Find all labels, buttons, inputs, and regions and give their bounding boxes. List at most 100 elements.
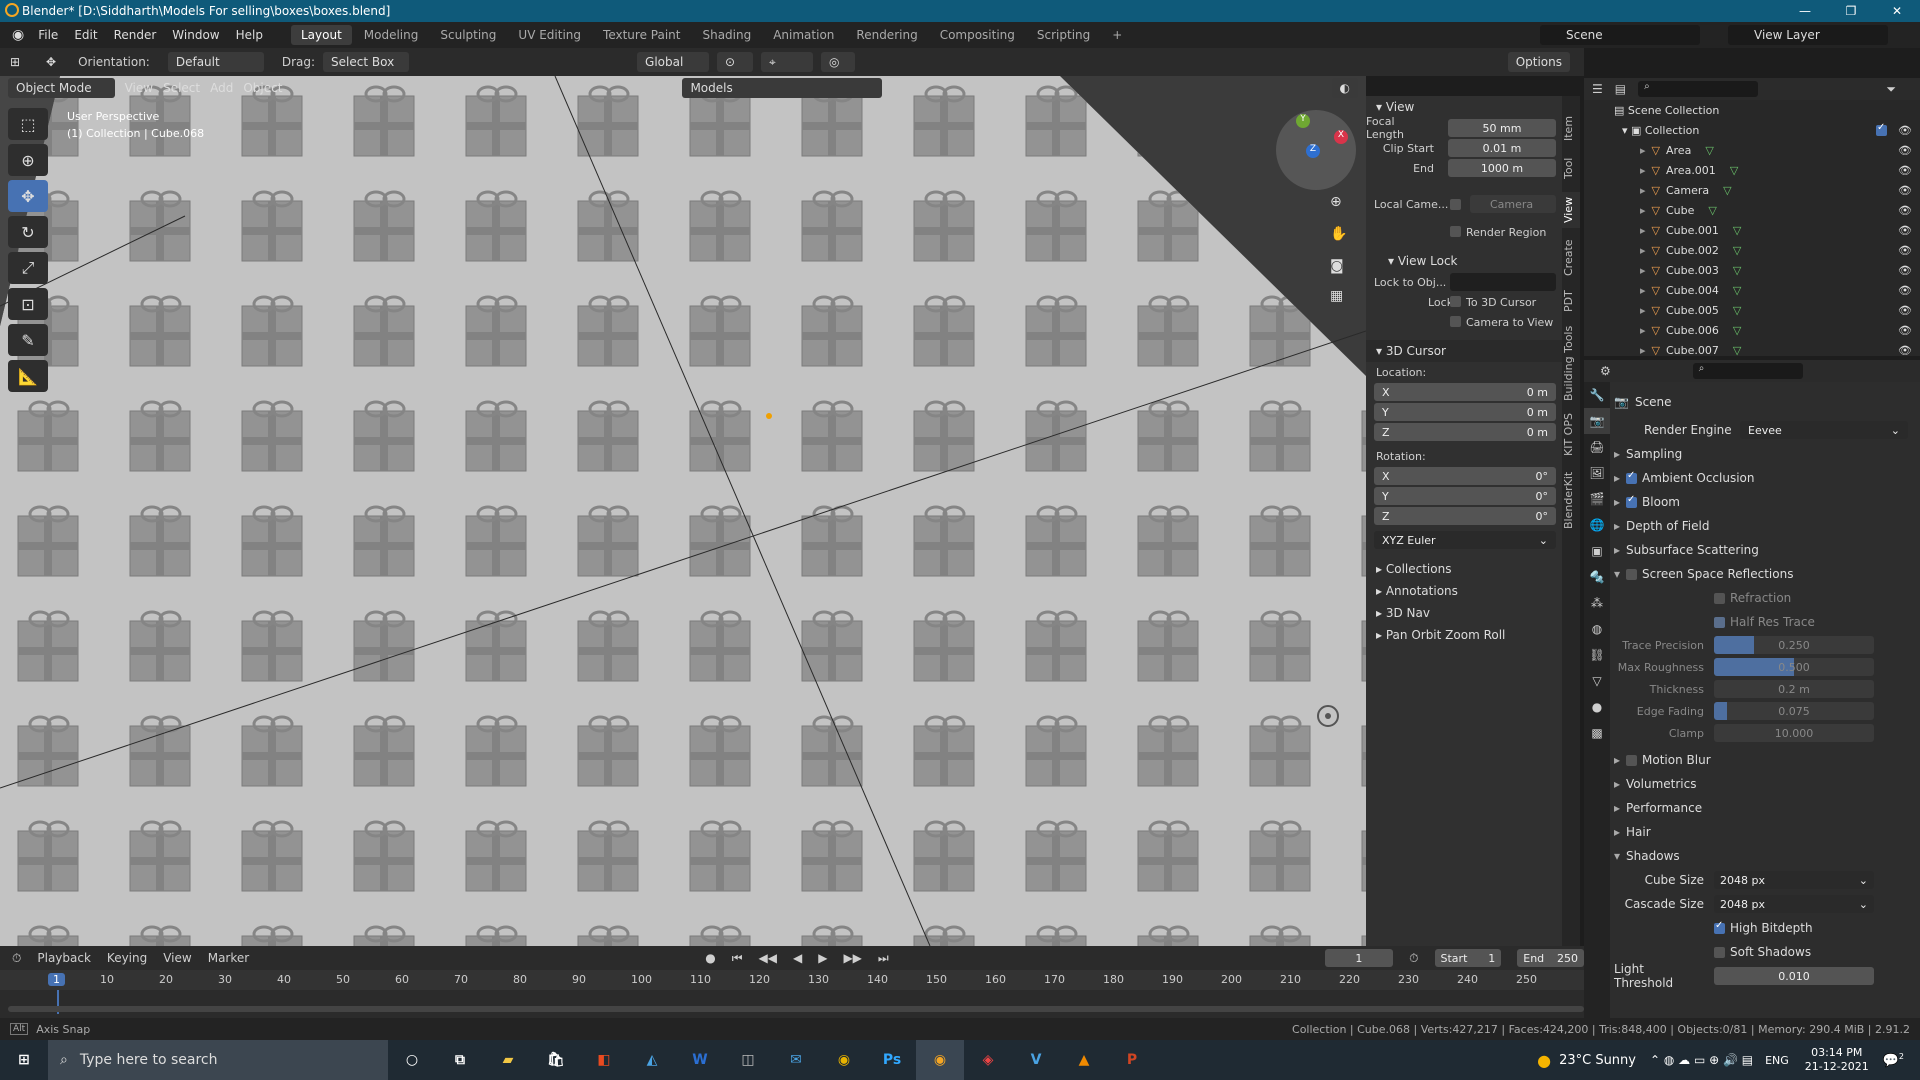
constraints-props-icon[interactable]: ⛓ (1584, 642, 1610, 668)
app3-icon[interactable]: ◈ (964, 1040, 1012, 1080)
tab-shading[interactable]: Shading (692, 25, 761, 45)
output-props-icon[interactable]: 🖨 (1584, 434, 1610, 460)
outliner-item[interactable]: ▸ ▽ Cube ▽ 👁 (1584, 200, 1920, 220)
language-indicator[interactable]: ENG (1765, 1054, 1789, 1067)
menu-window[interactable]: Window (164, 28, 227, 42)
outliner-item[interactable]: ▸ ▽ Camera ▽ 👁 (1584, 180, 1920, 200)
focal-length-field[interactable]: 50 mm (1448, 119, 1556, 137)
move-tool-icon[interactable]: ✥ (8, 180, 48, 212)
display-mode-icon[interactable]: ▤ (1615, 82, 1626, 96)
properties-editor-icon[interactable]: ⚙ (1600, 364, 1611, 378)
store-icon[interactable]: 🛍 (532, 1040, 580, 1080)
camera-to-view-checkbox[interactable] (1450, 316, 1461, 327)
to-3d-cursor-checkbox[interactable] (1450, 296, 1461, 307)
expand-icon[interactable]: ▸ (1640, 324, 1646, 337)
half-res-checkbox[interactable] (1714, 616, 1725, 628)
measure-tool-icon[interactable]: 📐 (8, 360, 48, 392)
panel-section[interactable]: ▸ Depth of Field (1614, 514, 1914, 538)
view-lock-header[interactable]: ▾ View Lock (1366, 250, 1562, 272)
add-menu[interactable]: Add (210, 81, 233, 95)
gizmo-z-axis[interactable]: Z (1306, 144, 1320, 158)
view-layer-props-icon[interactable]: 🖼 (1584, 460, 1610, 486)
texture-props-icon[interactable]: ▩ (1584, 720, 1610, 746)
tab-texture-paint[interactable]: Texture Paint (593, 25, 690, 45)
object-props-icon[interactable]: ▣ (1584, 538, 1610, 564)
jump-start-icon[interactable]: ⏮ (732, 951, 743, 966)
render-props-icon[interactable]: 📷 (1584, 408, 1610, 434)
tool-props-icon[interactable]: 🔧 (1584, 382, 1610, 408)
select-box-tool-icon[interactable]: ⬚ (8, 108, 48, 140)
rotate-tool-icon[interactable]: ↻ (8, 216, 48, 248)
gizmo-x-axis[interactable]: X (1334, 130, 1348, 144)
tab-item[interactable]: Item (1562, 110, 1580, 146)
view-layer-selector[interactable]: View Layer (1728, 25, 1888, 45)
weather-text[interactable]: 23°C Sunny (1559, 1053, 1636, 1068)
panel-section[interactable]: ▸ Motion Blur (1614, 748, 1914, 772)
world-props-icon[interactable]: 🌐 (1584, 512, 1610, 538)
view-menu[interactable]: View (125, 81, 153, 95)
physics-props-icon[interactable]: ◍ (1584, 616, 1610, 642)
visibility-icon[interactable]: 👁 (1898, 224, 1912, 237)
outliner-item[interactable]: ▸ ▽ Cube.007 ▽ 👁 (1584, 340, 1920, 360)
gizmo-y-axis[interactable]: Y (1296, 114, 1310, 128)
prev-key-icon[interactable]: ◀◀ (759, 951, 777, 965)
app-icon[interactable]: ◭ (628, 1040, 676, 1080)
expand-icon[interactable]: ▸ (1640, 204, 1646, 217)
office-icon[interactable]: ◧ (580, 1040, 628, 1080)
weather-icon[interactable]: ● (1537, 1051, 1551, 1070)
visibility-icon[interactable]: 👁 (1898, 284, 1912, 297)
visibility-icon[interactable]: 👁 (1898, 244, 1912, 257)
preview-range-icon[interactable]: ⏱ (1409, 951, 1418, 966)
object-menu[interactable]: Object (243, 81, 282, 95)
playback-menu[interactable]: Playback (37, 951, 91, 965)
keying-menu[interactable]: Keying (107, 951, 147, 965)
cascade-size-dropdown[interactable]: 2048 px ⌄ (1714, 895, 1874, 913)
maximize-button[interactable]: ❐ (1828, 0, 1874, 22)
annotations-section[interactable]: ▸ Annotations (1366, 580, 1562, 602)
visibility-icon[interactable]: 👁 (1898, 324, 1912, 337)
section-checkbox[interactable] (1626, 470, 1638, 484)
transform-tool-icon[interactable]: ⊡ (8, 288, 48, 320)
cursor-section-header[interactable]: ▾ 3D Cursor (1366, 340, 1562, 362)
app4-icon[interactable]: V (1012, 1040, 1060, 1080)
render-engine-dropdown[interactable]: Eevee ⌄ (1740, 421, 1908, 439)
tab-modeling[interactable]: Modeling (354, 25, 429, 45)
select-menu[interactable]: Select (163, 81, 200, 95)
outliner-search-input[interactable]: ⌕ (1638, 81, 1759, 97)
play-reverse-icon[interactable]: ◀ (793, 951, 802, 965)
next-key-icon[interactable]: ▶▶ (843, 951, 861, 965)
current-frame-field[interactable]: 1 (1324, 949, 1394, 967)
outliner-item[interactable]: ▸ ▽ Cube.003 ▽ 👁 (1584, 260, 1920, 280)
rotation-mode-dropdown[interactable]: XYZ Euler ⌄ (1374, 531, 1556, 549)
tab-rendering[interactable]: Rendering (846, 25, 927, 45)
ssr-slider[interactable]: 0.500 (1714, 658, 1874, 676)
menu-help[interactable]: Help (228, 28, 271, 42)
expand-icon[interactable]: ▸ (1640, 164, 1646, 177)
lock-to-object-field[interactable] (1450, 273, 1556, 291)
ssr-slider[interactable]: 10.000 (1714, 724, 1874, 742)
file-explorer-icon[interactable]: ▰ (484, 1040, 532, 1080)
tab-blenderkit[interactable]: BlenderKit (1562, 468, 1580, 532)
particles-props-icon[interactable]: ⁂ (1584, 590, 1610, 616)
outliner-item[interactable]: ▸ ▽ Cube.004 ▽ 👁 (1584, 280, 1920, 300)
visibility-icon[interactable]: 👁 (1898, 264, 1912, 277)
visibility-icon[interactable]: 👁 (1898, 164, 1912, 177)
windows-start-icon[interactable]: ⊞ (0, 1040, 48, 1080)
expand-icon[interactable]: ▸ (1640, 344, 1646, 357)
expand-icon[interactable]: ▸ (1640, 264, 1646, 277)
tab-layout[interactable]: Layout (290, 25, 352, 45)
play-icon[interactable]: ▶ (818, 951, 827, 965)
tab-tool[interactable]: Tool (1562, 152, 1580, 184)
visibility-icon[interactable]: 👁 (1898, 344, 1912, 357)
collections-section[interactable]: ▸ Collections (1366, 558, 1562, 580)
panel-section[interactable]: ▸ Volumetrics (1614, 772, 1914, 796)
proportional-edit-icon[interactable]: ◎ (821, 52, 856, 72)
section-checkbox[interactable] (1626, 494, 1638, 508)
panel-section[interactable]: ▸ Sampling (1614, 442, 1914, 466)
tab-building-tools[interactable]: Building Tools (1562, 324, 1580, 402)
task-view-icon[interactable]: ⧉ (436, 1040, 484, 1080)
record-icon[interactable]: ● (705, 951, 715, 965)
3d-nav-section[interactable]: ▸ 3D Nav (1366, 602, 1562, 624)
tab-compositing[interactable]: Compositing (930, 25, 1025, 45)
visibility-icon[interactable]: 👁 (1898, 124, 1912, 137)
